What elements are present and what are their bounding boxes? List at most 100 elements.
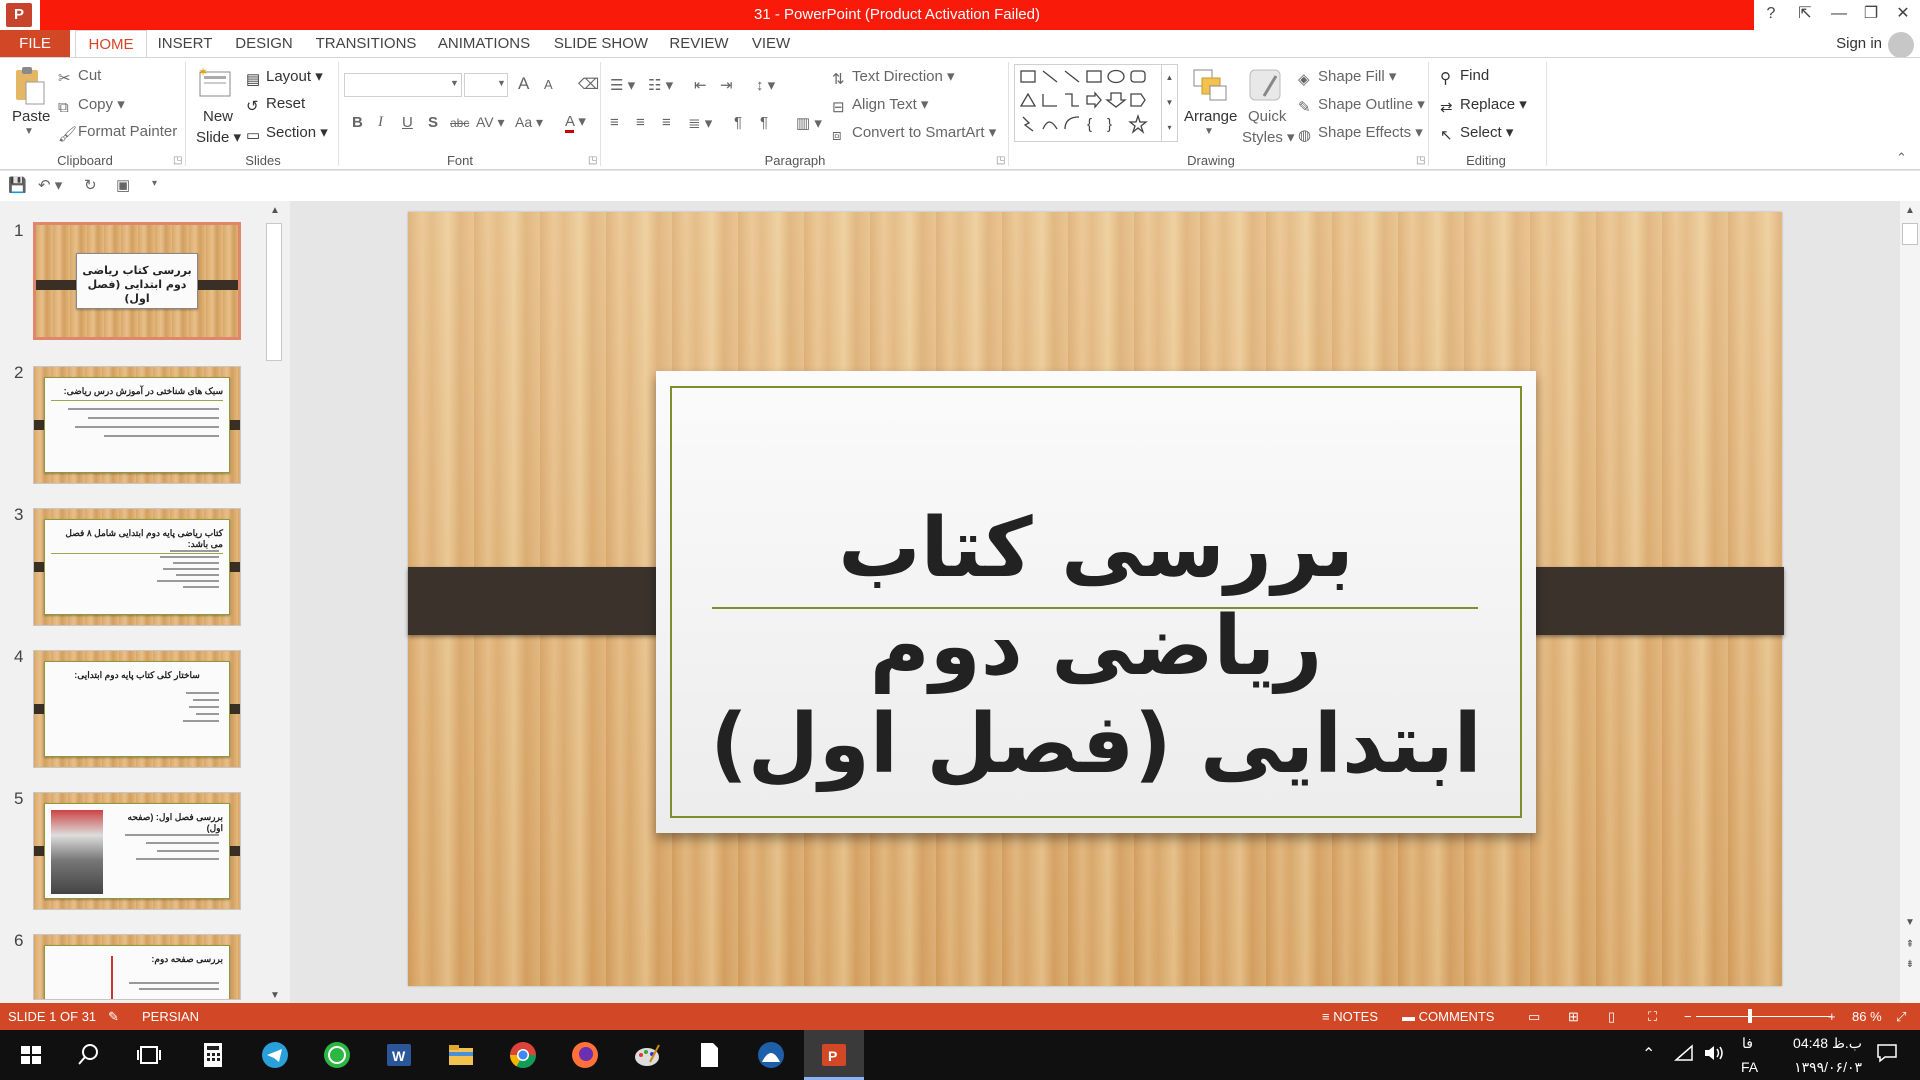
quick-styles-icon[interactable] (1246, 66, 1286, 106)
copy-button[interactable]: ⧉ Copy ▾ (58, 95, 125, 116)
new-slide-icon[interactable]: ✶ (196, 65, 234, 106)
notepad-icon[interactable] (694, 1040, 724, 1070)
file-explorer-icon[interactable] (446, 1040, 476, 1070)
scroll-up-icon[interactable]: ▲ (1900, 205, 1920, 216)
align-text-button[interactable]: ⊟ Align Text ▾ (832, 95, 928, 116)
new-slide-button[interactable]: New (203, 108, 233, 125)
text-shadow-button[interactable]: S (428, 114, 438, 131)
section-button[interactable]: ▭ Section ▾ (246, 123, 328, 144)
collapse-ribbon-icon[interactable]: ⌃ (1896, 150, 1907, 166)
scroll-down-icon[interactable]: ▼ (1900, 917, 1920, 928)
tab-insert[interactable]: INSERT (152, 30, 218, 58)
normal-view-icon[interactable]: ▭ (1528, 1003, 1540, 1030)
sign-in-link[interactable]: Sign in (1836, 30, 1882, 58)
text-direction-button[interactable]: ⇅ Text Direction ▾ (832, 67, 955, 88)
slide-thumbnail-3[interactable]: کتاب ریاضی پایه دوم ابتدایی شامل ۸ فصل م… (33, 508, 241, 626)
paste-button[interactable]: Paste (12, 108, 50, 125)
show-hidden-icons-icon[interactable]: ⌃ (1642, 1042, 1655, 1067)
bullets-icon[interactable]: ☰ ▾ (610, 76, 635, 94)
shapes-gallery[interactable]: {} ▲ ▼ ▾ (1014, 64, 1178, 142)
quick-styles-button[interactable]: Quick (1248, 108, 1286, 125)
shrink-font-button[interactable]: A (544, 77, 553, 92)
paste-dropdown-icon[interactable]: ▼ (24, 126, 34, 137)
zoom-in-button[interactable]: + (1828, 1003, 1836, 1030)
undo-icon[interactable]: ↶ ▾ (38, 176, 62, 194)
zoom-slider[interactable] (1696, 1016, 1832, 1017)
help-icon[interactable]: ? (1754, 0, 1788, 30)
tab-design[interactable]: DESIGN (226, 30, 302, 58)
zoom-slider-thumb[interactable] (1748, 1009, 1752, 1023)
previous-slide-icon[interactable]: ⇞ (1900, 939, 1920, 950)
telegram-icon[interactable] (260, 1040, 290, 1070)
reset-button[interactable]: ↺ Reset (246, 95, 305, 115)
clock-date[interactable]: ۱۳۹۹/۰۶/۰۳ (1778, 1055, 1862, 1080)
keyboard-language-fa[interactable]: فا (1742, 1031, 1753, 1056)
align-center-icon[interactable]: ≡ (636, 114, 645, 131)
shapes-gallery-scroll[interactable]: ▲ ▼ ▾ (1161, 65, 1177, 141)
strikethrough-button[interactable]: abc (450, 116, 469, 130)
thumbnail-scrollbar[interactable]: ▲ ▼ (265, 201, 283, 1003)
windows-start-icon[interactable] (16, 1040, 46, 1070)
scroll-down-icon[interactable]: ▼ (265, 990, 285, 1001)
underline-button[interactable]: U (402, 114, 413, 131)
spell-check-icon[interactable]: ✎ (108, 1003, 119, 1030)
slide-thumbnail-6[interactable]: بررسی صفحه دوم: (33, 934, 241, 1000)
minimize-button[interactable]: — (1822, 0, 1856, 30)
font-name-dropdown-icon[interactable]: ▼ (450, 78, 459, 88)
slide-thumbnail-4[interactable]: ساختار کلی کتاب پایه دوم ابتدایی: (33, 650, 241, 768)
chrome-icon[interactable] (508, 1040, 538, 1070)
find-button[interactable]: ⚲ Find (1440, 67, 1489, 87)
paragraph-dialog-launcher-icon[interactable]: ◳ (996, 155, 1005, 166)
word-icon[interactable]: W (384, 1040, 414, 1070)
font-name-combobox[interactable] (344, 73, 462, 97)
keyboard-language-code[interactable]: FA (1741, 1055, 1758, 1080)
notes-button[interactable]: ≡ NOTES (1322, 1003, 1378, 1030)
font-dialog-launcher-icon[interactable]: ◳ (588, 155, 597, 166)
fit-slide-icon[interactable]: ⤢ (1896, 1003, 1906, 1030)
slide-sorter-view-icon[interactable]: ⊞ (1568, 1003, 1579, 1030)
task-view-icon[interactable] (134, 1040, 164, 1070)
paste-icon[interactable] (10, 66, 46, 106)
align-right-icon[interactable]: ≡ (662, 114, 671, 131)
firefox-icon[interactable] (570, 1040, 600, 1070)
slide-thumbnail-2[interactable]: سبک های شناختی در آموزش درس ریاضی: (33, 366, 241, 484)
paint-icon[interactable] (632, 1040, 662, 1070)
format-painter-button[interactable]: 🖌Format Painter (58, 123, 177, 143)
volume-icon[interactable] (1702, 1042, 1726, 1072)
justify-icon[interactable]: ≣ ▾ (688, 114, 712, 132)
shape-outline-button[interactable]: ✎ Shape Outline ▾ (1298, 95, 1425, 116)
arrange-icon[interactable] (1190, 66, 1230, 106)
reading-view-icon[interactable]: ▯ (1608, 1003, 1615, 1030)
tab-view[interactable]: VIEW (744, 30, 798, 58)
change-case-button[interactable]: Aa ▾ (515, 114, 543, 131)
grow-font-button[interactable]: A (518, 74, 529, 94)
close-button[interactable]: ✕ (1886, 0, 1920, 30)
drawing-dialog-launcher-icon[interactable]: ◳ (1416, 155, 1425, 166)
start-slideshow-icon[interactable]: ▣ (116, 176, 130, 194)
restore-button[interactable]: ❐ (1854, 0, 1888, 30)
layout-button[interactable]: ▤ Layout ▾ (246, 67, 323, 88)
tab-file[interactable]: FILE (0, 30, 70, 58)
left-to-right-icon[interactable]: ¶ (734, 114, 742, 131)
powerpoint-app-icon[interactable]: P (6, 3, 32, 27)
increase-indent-icon[interactable]: ⇥ (720, 76, 733, 94)
tab-transitions[interactable]: TRANSITIONS (310, 30, 422, 58)
calculator-icon[interactable] (198, 1040, 228, 1070)
clear-formatting-icon[interactable]: ⌫ (578, 75, 599, 93)
right-to-left-icon[interactable]: ¶ (760, 114, 768, 131)
new-slide-button-line2[interactable]: Slide ▾ (196, 128, 241, 146)
slideshow-view-icon[interactable]: ⛶ (1648, 1003, 1657, 1030)
decrease-indent-icon[interactable]: ⇤ (694, 76, 707, 94)
powerpoint-taskbar-button[interactable]: P (804, 1030, 864, 1080)
comments-button[interactable]: ▬ COMMENTS (1402, 1003, 1494, 1030)
columns-icon[interactable]: ▥ ▾ (796, 114, 822, 132)
customize-qat-icon[interactable]: ▾ (152, 178, 157, 189)
line-spacing-icon[interactable]: ↕ ▾ (756, 76, 775, 94)
save-icon[interactable]: 💾 (8, 176, 27, 194)
character-spacing-button[interactable]: AV ▾ (476, 114, 505, 131)
clipboard-dialog-launcher-icon[interactable]: ◳ (173, 155, 182, 166)
select-button[interactable]: ↖ Select ▾ (1440, 123, 1513, 144)
scroll-up-icon[interactable]: ▲ (265, 205, 285, 216)
redo-icon[interactable]: ↻ (84, 176, 97, 194)
convert-smartart-button[interactable]: ⧈ Convert to SmartArt ▾ (832, 123, 996, 144)
